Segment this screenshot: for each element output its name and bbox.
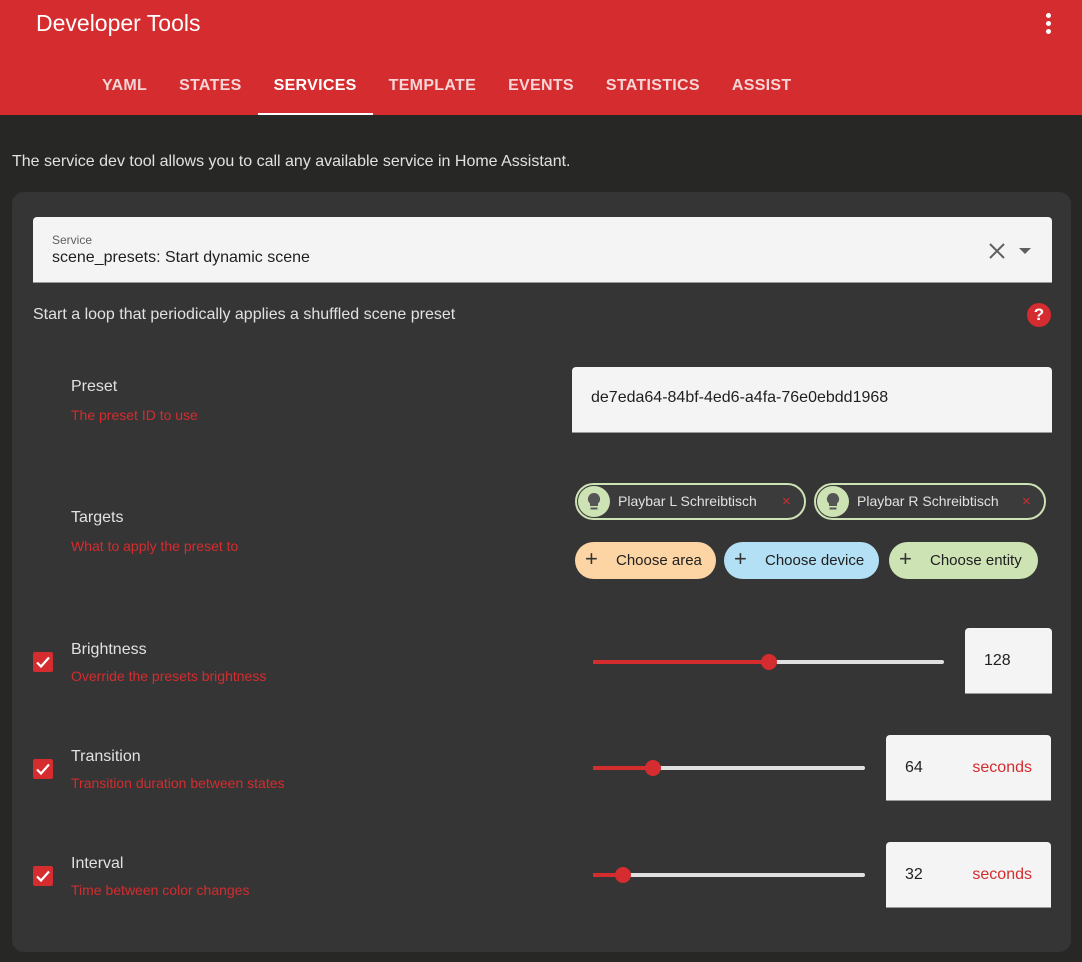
- plus-icon: +: [585, 546, 598, 571]
- tab-services[interactable]: SERVICES: [257, 58, 373, 115]
- remove-chip-icon[interactable]: ×: [1022, 493, 1031, 510]
- plus-icon: +: [734, 546, 747, 571]
- target-chip[interactable]: Playbar R Schreibtisch ×: [814, 483, 1046, 520]
- tab-assist[interactable]: ASSIST: [716, 58, 808, 115]
- service-value: scene_presets: Start dynamic scene: [52, 249, 310, 266]
- remove-chip-icon[interactable]: ×: [782, 493, 791, 510]
- slider-thumb[interactable]: [761, 654, 777, 670]
- target-chip-label: Playbar L Schreibtisch: [618, 493, 757, 509]
- plus-icon: +: [899, 546, 912, 571]
- choose-entity-label: Choose entity: [930, 552, 1022, 569]
- service-label: Service: [52, 233, 93, 247]
- lightbulb-icon: [578, 486, 610, 517]
- transition-field-description: Transition duration between states: [71, 775, 285, 791]
- transition-slider[interactable]: [593, 758, 865, 778]
- service-description: Start a loop that periodically applies a…: [33, 306, 456, 323]
- chevron-down-icon[interactable]: [1019, 248, 1031, 254]
- interval-value: 32: [905, 866, 923, 883]
- transition-checkbox[interactable]: [33, 759, 53, 779]
- service-select[interactable]: Service scene_presets: Start dynamic sce…: [33, 217, 1052, 283]
- targets-field-name: Targets: [71, 509, 124, 526]
- transition-value-box[interactable]: 64 seconds: [886, 735, 1051, 801]
- choose-entity-button[interactable]: + Choose entity: [889, 542, 1038, 579]
- interval-value-box[interactable]: 32 seconds: [886, 842, 1051, 908]
- interval-field-description: Time between color changes: [71, 882, 250, 898]
- target-chip-label: Playbar R Schreibtisch: [857, 493, 999, 509]
- slider-thumb[interactable]: [615, 867, 631, 883]
- transition-field-name: Transition: [71, 748, 141, 765]
- preset-input-box[interactable]: [572, 367, 1052, 433]
- brightness-slider[interactable]: [593, 652, 944, 672]
- target-chip[interactable]: Playbar L Schreibtisch ×: [575, 483, 806, 520]
- tab-template[interactable]: TEMPLATE: [373, 58, 492, 115]
- interval-field-name: Interval: [71, 855, 124, 872]
- tab-states[interactable]: STATES: [163, 58, 258, 115]
- lightbulb-icon: [817, 486, 849, 517]
- tab-events[interactable]: EVENTS: [492, 58, 590, 115]
- tab-statistics[interactable]: STATISTICS: [590, 58, 716, 115]
- choose-device-label: Choose device: [765, 552, 865, 569]
- targets-field-description: What to apply the preset to: [71, 538, 239, 554]
- choose-area-label: Choose area: [616, 552, 702, 569]
- interval-slider[interactable]: [593, 865, 865, 885]
- brightness-field-name: Brightness: [71, 641, 147, 658]
- interval-unit: seconds: [972, 866, 1032, 883]
- brightness-checkbox[interactable]: [33, 652, 53, 672]
- brightness-value-box[interactable]: 128: [965, 628, 1052, 694]
- transition-unit: seconds: [972, 759, 1032, 776]
- slider-fill: [593, 766, 653, 770]
- preset-input[interactable]: [591, 389, 1031, 407]
- interval-checkbox[interactable]: [33, 866, 53, 886]
- preset-field-description: The preset ID to use: [71, 407, 198, 423]
- app-header: Developer Tools YAML STATES SERVICES TEM…: [0, 0, 1082, 115]
- clear-icon[interactable]: [988, 242, 1006, 260]
- brightness-value: 128: [984, 652, 1011, 669]
- brightness-field-description: Override the presets brightness: [71, 668, 267, 684]
- app-title: Developer Tools: [36, 10, 201, 36]
- choose-device-button[interactable]: + Choose device: [724, 542, 879, 579]
- transition-value: 64: [905, 759, 923, 776]
- tab-bar: YAML STATES SERVICES TEMPLATE EVENTS STA…: [86, 58, 807, 115]
- slider-fill: [593, 660, 769, 664]
- preset-field-name: Preset: [71, 378, 118, 395]
- help-icon[interactable]: ?: [1027, 303, 1051, 327]
- more-options-icon[interactable]: [1036, 10, 1060, 38]
- choose-area-button[interactable]: + Choose area: [575, 542, 716, 579]
- slider-thumb[interactable]: [645, 760, 661, 776]
- service-card: Service scene_presets: Start dynamic sce…: [12, 192, 1071, 952]
- tab-yaml[interactable]: YAML: [86, 58, 163, 115]
- intro-text: The service dev tool allows you to call …: [12, 153, 571, 170]
